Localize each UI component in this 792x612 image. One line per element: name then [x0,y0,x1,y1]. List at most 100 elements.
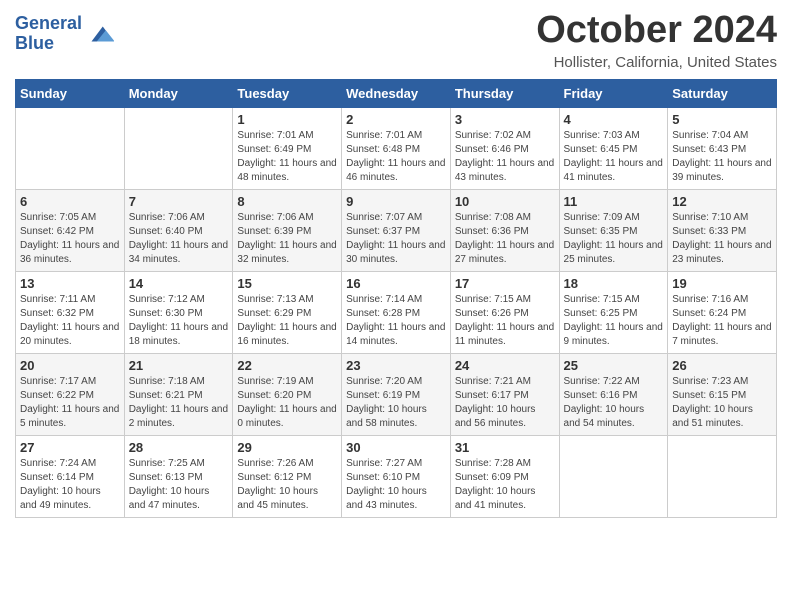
weekday-wednesday: Wednesday [342,79,451,107]
weekday-thursday: Thursday [450,79,559,107]
day-info: Sunrise: 7:01 AMSunset: 6:48 PMDaylight:… [346,129,446,185]
day-number: 13 [20,276,120,291]
day-number: 12 [672,194,772,209]
day-number: 1 [237,112,337,127]
day-info: Sunrise: 7:07 AMSunset: 6:37 PMDaylight:… [346,211,446,267]
day-info: Sunrise: 7:15 AMSunset: 6:26 PMDaylight:… [455,293,555,349]
day-number: 19 [672,276,772,291]
day-info: Sunrise: 7:27 AMSunset: 6:10 PMDaylight:… [346,457,446,513]
calendar-week-3: 13 Sunrise: 7:11 AMSunset: 6:32 PMDayligh… [16,271,777,353]
calendar-cell: 23 Sunrise: 7:20 AMSunset: 6:19 PMDayligh… [342,353,451,435]
day-number: 29 [237,440,337,455]
day-info: Sunrise: 7:24 AMSunset: 6:14 PMDaylight:… [20,457,120,513]
day-number: 5 [672,112,772,127]
day-number: 9 [346,194,446,209]
title-area: October 2024 Hollister, California, Unit… [536,10,777,71]
calendar-cell: 30 Sunrise: 7:27 AMSunset: 6:10 PMDayligh… [342,435,451,517]
day-number: 31 [455,440,555,455]
day-number: 8 [237,194,337,209]
day-number: 24 [455,358,555,373]
calendar-cell: 10 Sunrise: 7:08 AMSunset: 6:36 PMDayligh… [450,189,559,271]
day-number: 6 [20,194,120,209]
calendar-cell: 14 Sunrise: 7:12 AMSunset: 6:30 PMDayligh… [124,271,233,353]
day-number: 30 [346,440,446,455]
day-number: 20 [20,358,120,373]
calendar-cell: 31 Sunrise: 7:28 AMSunset: 6:09 PMDayligh… [450,435,559,517]
weekday-tuesday: Tuesday [233,79,342,107]
day-info: Sunrise: 7:14 AMSunset: 6:28 PMDaylight:… [346,293,446,349]
calendar-cell [559,435,668,517]
day-number: 18 [564,276,664,291]
day-info: Sunrise: 7:28 AMSunset: 6:09 PMDaylight:… [455,457,555,513]
calendar-cell: 22 Sunrise: 7:19 AMSunset: 6:20 PMDayligh… [233,353,342,435]
calendar-cell: 18 Sunrise: 7:15 AMSunset: 6:25 PMDayligh… [559,271,668,353]
day-info: Sunrise: 7:16 AMSunset: 6:24 PMDaylight:… [672,293,772,349]
day-info: Sunrise: 7:09 AMSunset: 6:35 PMDaylight:… [564,211,664,267]
day-number: 3 [455,112,555,127]
day-info: Sunrise: 7:19 AMSunset: 6:20 PMDaylight:… [237,375,337,431]
calendar-cell: 24 Sunrise: 7:21 AMSunset: 6:17 PMDayligh… [450,353,559,435]
calendar-cell: 11 Sunrise: 7:09 AMSunset: 6:35 PMDayligh… [559,189,668,271]
calendar-cell: 28 Sunrise: 7:25 AMSunset: 6:13 PMDayligh… [124,435,233,517]
day-info: Sunrise: 7:18 AMSunset: 6:21 PMDaylight:… [129,375,229,431]
day-info: Sunrise: 7:21 AMSunset: 6:17 PMDaylight:… [455,375,555,431]
calendar-cell: 9 Sunrise: 7:07 AMSunset: 6:37 PMDaylight… [342,189,451,271]
day-number: 27 [20,440,120,455]
calendar-week-4: 20 Sunrise: 7:17 AMSunset: 6:22 PMDayligh… [16,353,777,435]
day-number: 25 [564,358,664,373]
day-info: Sunrise: 7:06 AMSunset: 6:40 PMDaylight:… [129,211,229,267]
day-number: 2 [346,112,446,127]
day-number: 16 [346,276,446,291]
day-number: 22 [237,358,337,373]
weekday-header-row: SundayMondayTuesdayWednesdayThursdayFrid… [16,79,777,107]
calendar-cell: 3Sunrise: 7:02 AMSunset: 6:46 PMDaylight… [450,107,559,189]
day-number: 28 [129,440,229,455]
day-info: Sunrise: 7:11 AMSunset: 6:32 PMDaylight:… [20,293,120,349]
day-info: Sunrise: 7:12 AMSunset: 6:30 PMDaylight:… [129,293,229,349]
calendar-cell [16,107,125,189]
day-info: Sunrise: 7:20 AMSunset: 6:19 PMDaylight:… [346,375,446,431]
calendar-cell: 20 Sunrise: 7:17 AMSunset: 6:22 PMDayligh… [16,353,125,435]
day-number: 11 [564,194,664,209]
day-number: 14 [129,276,229,291]
calendar-table: SundayMondayTuesdayWednesdayThursdayFrid… [15,79,777,518]
logo-icon [84,19,114,49]
calendar-week-2: 6Sunrise: 7:05 AMSunset: 6:42 PMDaylight… [16,189,777,271]
weekday-monday: Monday [124,79,233,107]
day-number: 4 [564,112,664,127]
logo-text: General Blue [15,14,82,54]
day-number: 10 [455,194,555,209]
day-info: Sunrise: 7:26 AMSunset: 6:12 PMDaylight:… [237,457,337,513]
calendar-cell: 7Sunrise: 7:06 AMSunset: 6:40 PMDaylight… [124,189,233,271]
day-info: Sunrise: 7:03 AMSunset: 6:45 PMDaylight:… [564,129,664,185]
day-info: Sunrise: 7:08 AMSunset: 6:36 PMDaylight:… [455,211,555,267]
day-info: Sunrise: 7:22 AMSunset: 6:16 PMDaylight:… [564,375,664,431]
calendar-week-1: 1 Sunrise: 7:01 AMSunset: 6:49 PMDaylight… [16,107,777,189]
day-info: Sunrise: 7:06 AMSunset: 6:39 PMDaylight:… [237,211,337,267]
calendar-cell: 25 Sunrise: 7:22 AMSunset: 6:16 PMDayligh… [559,353,668,435]
day-number: 15 [237,276,337,291]
calendar-body: 1 Sunrise: 7:01 AMSunset: 6:49 PMDaylight… [16,107,777,517]
day-info: Sunrise: 7:10 AMSunset: 6:33 PMDaylight:… [672,211,772,267]
day-number: 26 [672,358,772,373]
day-info: Sunrise: 7:01 AMSunset: 6:49 PMDaylight:… [237,129,337,185]
day-info: Sunrise: 7:04 AMSunset: 6:43 PMDaylight:… [672,129,772,185]
day-info: Sunrise: 7:15 AMSunset: 6:25 PMDaylight:… [564,293,664,349]
calendar-cell: 2 Sunrise: 7:01 AMSunset: 6:48 PMDaylight… [342,107,451,189]
calendar-cell [668,435,777,517]
calendar-cell: 5 Sunrise: 7:04 AMSunset: 6:43 PMDaylight… [668,107,777,189]
calendar-cell: 21 Sunrise: 7:18 AMSunset: 6:21 PMDayligh… [124,353,233,435]
day-number: 23 [346,358,446,373]
calendar-cell: 12 Sunrise: 7:10 AMSunset: 6:33 PMDayligh… [668,189,777,271]
calendar-cell: 27 Sunrise: 7:24 AMSunset: 6:14 PMDayligh… [16,435,125,517]
calendar-cell: 6Sunrise: 7:05 AMSunset: 6:42 PMDaylight… [16,189,125,271]
header: General Blue October 2024 Hollister, Cal… [15,10,777,71]
day-info: Sunrise: 7:17 AMSunset: 6:22 PMDaylight:… [20,375,120,431]
day-number: 21 [129,358,229,373]
calendar-cell: 29 Sunrise: 7:26 AMSunset: 6:12 PMDayligh… [233,435,342,517]
day-info: Sunrise: 7:25 AMSunset: 6:13 PMDaylight:… [129,457,229,513]
location: Hollister, California, United States [536,54,777,71]
calendar-week-5: 27 Sunrise: 7:24 AMSunset: 6:14 PMDayligh… [16,435,777,517]
day-info: Sunrise: 7:23 AMSunset: 6:15 PMDaylight:… [672,375,772,431]
weekday-friday: Friday [559,79,668,107]
